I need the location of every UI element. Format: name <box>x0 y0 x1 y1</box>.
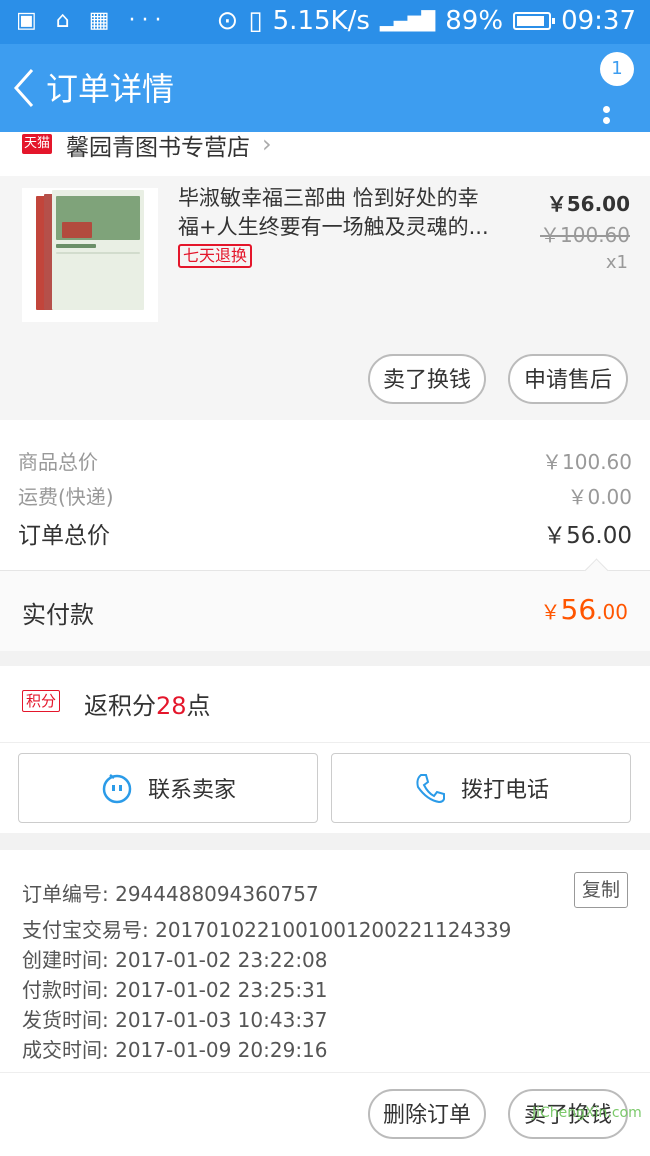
nav-bar: 订单详情 1 <box>0 44 650 132</box>
notification-badge[interactable]: 1 <box>600 52 634 86</box>
notification-icons: ▣ ⌂ ▦ ··· <box>16 8 168 33</box>
contact-seller-button[interactable]: 联系卖家 <box>18 753 318 823</box>
after-sales-button[interactable]: 申请售后 <box>508 354 628 404</box>
order-number: 订单编号: 2944488094360757 <box>22 882 319 906</box>
product-original-price: ￥100.60 <box>540 223 630 247</box>
goods-total-value: ￥100.60 <box>542 450 632 474</box>
paid-value: ￥56.00 <box>541 593 628 626</box>
product-price: ￥56.00 <box>546 192 630 216</box>
product-thumbnail[interactable] <box>22 188 158 322</box>
signal-icon: ▂▄▆█ <box>379 10 436 32</box>
watermark: JiChengXin.com <box>532 1105 642 1121</box>
page-title: 订单详情 <box>46 70 175 108</box>
back-button[interactable] <box>10 66 50 110</box>
call-label: 拨打电话 <box>460 778 549 803</box>
vibrate-icon: ▯ <box>248 6 263 36</box>
created-time: 创建时间: 2017-01-02 23:22:08 <box>22 948 328 972</box>
product-quantity: x1 <box>605 252 628 273</box>
alipay-trade-number: 支付宝交易号: 2017010221001001200221124339 <box>22 918 512 942</box>
chevron-left-icon <box>13 69 34 107</box>
points-prefix: 返积分 <box>84 692 156 720</box>
goods-total-label: 商品总价 <box>18 450 98 474</box>
more-dot-icon <box>602 106 610 113</box>
location-icon: ⊙ <box>216 6 239 36</box>
status-right: ⊙ ▯ 5.15K/s ▂▄▆█ 89% 09:37 <box>217 6 636 36</box>
shop-name[interactable]: 馨园青图书专营店 <box>66 128 250 162</box>
contact-row: 联系卖家 拨打电话 <box>0 742 650 833</box>
paid-decimal: .00 <box>596 600 628 624</box>
product-card[interactable]: 毕淑敏幸福三部曲 恰到好处的幸福+人生终要有一场触及灵魂的... 七天退换 ￥5… <box>0 176 650 420</box>
shipping-label: 运费(快递) <box>18 485 114 509</box>
points-tag: 积分 <box>22 690 61 712</box>
status-bar: ▣ ⌂ ▦ ··· ⊙ ▯ 5.15K/s ▂▄▆█ 89% 09:37 <box>0 0 650 44</box>
delete-order-button[interactable]: 删除订单 <box>368 1089 486 1139</box>
contact-seller-label: 联系卖家 <box>147 778 236 803</box>
product-title[interactable]: 毕淑敏幸福三部曲 恰到好处的幸福+人生终要有一场触及灵魂的... <box>178 184 498 242</box>
copy-button[interactable]: 复制 <box>574 872 628 908</box>
network-speed: 5.15K/s <box>272 6 370 36</box>
tmall-badge: 天猫 <box>22 134 52 154</box>
shipped-time: 发货时间: 2017-01-03 10:43:37 <box>22 1008 328 1032</box>
points-suffix: 点 <box>186 692 211 720</box>
points-text: 返积分28点 <box>84 686 211 721</box>
more-dot-icon <box>602 117 610 124</box>
chevron-right-icon: › <box>262 130 272 158</box>
phone-icon <box>416 774 445 804</box>
completed-time: 成交时间: 2017-01-09 20:29:16 <box>22 1038 328 1062</box>
shop-row[interactable]: 天猫 馨园青图书专营店 › <box>0 130 650 176</box>
price-summary: 商品总价 ￥100.60 运费(快递) ￥0.00 订单总价 ￥56.00 <box>0 420 650 570</box>
order-total-label: 订单总价 <box>18 523 110 549</box>
bottom-action-bar: 删除订单 卖了换钱 JiChengXin.com <box>0 1072 650 1156</box>
paid-integer: 56 <box>560 593 597 626</box>
shipping-value: ￥0.00 <box>567 485 632 509</box>
order-total-value: ￥56.00 <box>543 523 632 549</box>
points-value: 28 <box>156 692 187 720</box>
paid-label: 实付款 <box>22 601 94 629</box>
chat-face-icon <box>102 774 132 804</box>
return-policy-tag: 七天退换 <box>178 244 253 268</box>
paid-amount-row: 实付款 ￥56.00 <box>0 558 650 651</box>
paid-currency: ￥ <box>540 600 561 624</box>
battery-percent: 89% <box>445 6 504 36</box>
clock: 09:37 <box>561 6 636 36</box>
battery-icon <box>513 12 556 30</box>
order-info: 订单编号: 2944488094360757 复制 支付宝交易号: 201701… <box>0 850 650 1072</box>
points-row: 积分 返积分28点 <box>0 666 650 742</box>
paid-time: 付款时间: 2017-01-02 23:25:31 <box>22 978 328 1002</box>
call-button[interactable]: 拨打电话 <box>331 753 631 823</box>
sell-button[interactable]: 卖了换钱 <box>368 354 486 404</box>
